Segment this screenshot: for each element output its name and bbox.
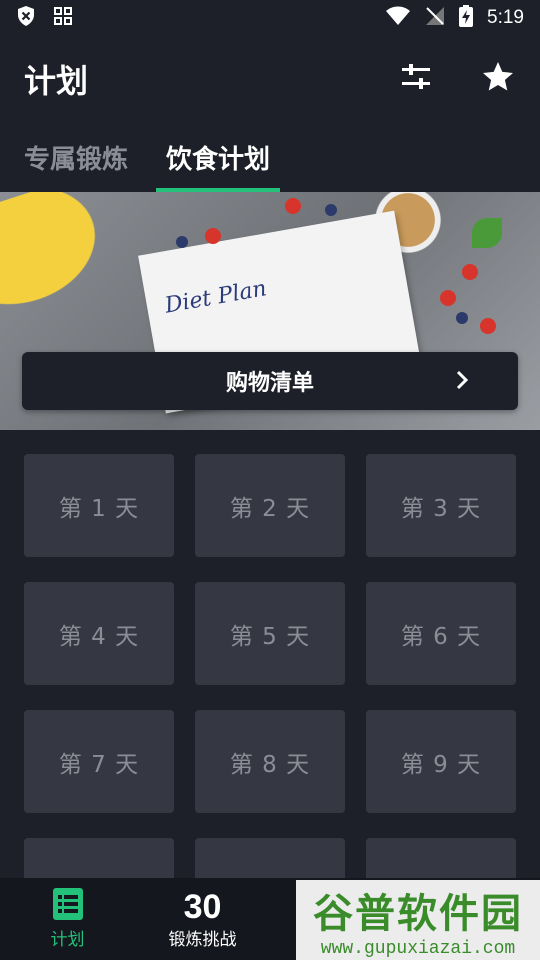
strawberry-illustration — [480, 318, 496, 334]
day-card-11[interactable] — [195, 838, 345, 880]
blueberry-illustration — [456, 312, 468, 324]
page-title: 计划 — [24, 62, 89, 100]
day-card-4[interactable]: 第 4 天 — [24, 582, 174, 685]
list-icon — [52, 888, 83, 925]
app-bar: 计划 — [0, 36, 540, 122]
tab-exercise[interactable]: 专属锻炼 — [14, 124, 138, 190]
banana-illustration — [0, 192, 135, 334]
strawberry-illustration — [462, 264, 478, 280]
wifi-icon — [385, 6, 411, 31]
blueberry-illustration — [176, 236, 188, 248]
day-card-5[interactable]: 第 5 天 — [195, 582, 345, 685]
chevron-right-icon — [450, 368, 474, 396]
day-card-7[interactable]: 第 7 天 — [24, 710, 174, 813]
day-card-9[interactable]: 第 9 天 — [366, 710, 516, 813]
day-card-2[interactable]: 第 2 天 — [195, 454, 345, 557]
star-icon[interactable] — [480, 59, 516, 99]
apps-icon — [54, 7, 72, 29]
nav-plan[interactable]: 计划 — [0, 878, 135, 960]
notebook-handwriting: Diet Plan — [163, 276, 269, 319]
strawberry-illustration — [285, 198, 301, 214]
shopping-list-label: 购物清单 — [225, 371, 314, 396]
day-card-1[interactable]: 第 1 天 — [24, 454, 174, 557]
challenge-30-icon: 30 — [183, 887, 222, 926]
tab-exercise-label: 专属锻炼 — [24, 144, 129, 175]
nav-challenge[interactable]: 30 锻炼挑战 — [135, 878, 270, 960]
watermark-url: www.gupuxiazai.com — [320, 939, 516, 959]
watermark: 谷普软件园 www.gupuxiazai.com — [296, 880, 540, 960]
day-card-8[interactable]: 第 8 天 — [195, 710, 345, 813]
day-grid: 第 1 天 第 2 天 第 3 天 第 4 天 第 5 天 第 6 天 第 7 … — [24, 454, 518, 880]
day-card-3[interactable]: 第 3 天 — [366, 454, 516, 557]
day-card-6[interactable]: 第 6 天 — [366, 582, 516, 685]
day-card-12[interactable] — [366, 838, 516, 880]
no-signal-icon — [425, 6, 445, 31]
strawberry-illustration — [205, 228, 221, 244]
leaf-illustration — [472, 218, 502, 248]
shopping-list-button[interactable]: 购物清单 — [22, 352, 518, 410]
strawberry-illustration — [440, 290, 456, 306]
day-card-10[interactable] — [24, 838, 174, 880]
tab-bar: 专属锻炼 饮食计划 — [0, 124, 540, 192]
nav-plan-label: 计划 — [50, 930, 85, 950]
tab-diet-plan-label: 饮食计划 — [166, 144, 271, 175]
nav-challenge-label: 锻炼挑战 — [168, 929, 237, 950]
blueberry-illustration — [325, 204, 337, 216]
status-time: 5:19 — [487, 7, 524, 28]
filter-sliders-icon[interactable] — [400, 63, 432, 95]
battery-charging-icon — [459, 4, 474, 32]
shield-icon — [16, 5, 36, 31]
tab-diet-plan[interactable]: 饮食计划 — [156, 124, 281, 192]
status-bar: 5:19 — [0, 0, 540, 36]
watermark-title: 谷普软件园 — [313, 891, 523, 937]
